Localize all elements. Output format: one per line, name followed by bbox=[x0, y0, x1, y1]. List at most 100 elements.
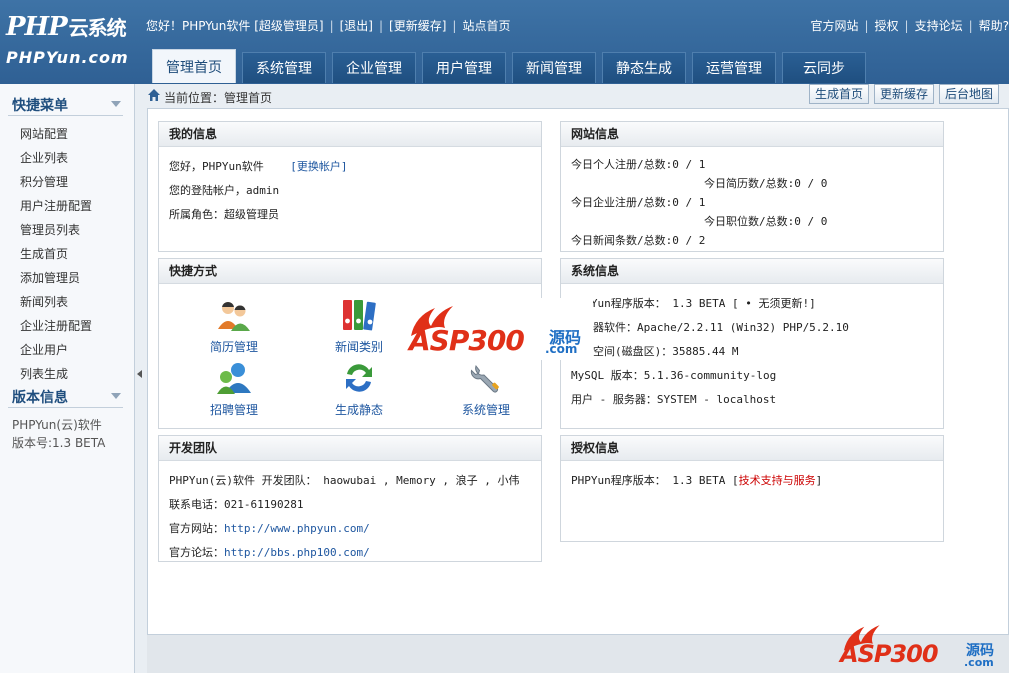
tech-support-link[interactable]: 技术支持与服务 bbox=[739, 474, 816, 487]
watermark-domain: .com bbox=[545, 342, 578, 356]
update-cache-button[interactable]: 更新缓存 bbox=[874, 84, 935, 104]
sidebar-collapse-handle[interactable] bbox=[135, 84, 147, 673]
binders-icon bbox=[343, 300, 376, 331]
sidebar-item-points[interactable]: 积分管理 bbox=[20, 170, 92, 194]
shortcut-system[interactable]: 系统管理 bbox=[446, 360, 526, 418]
top-header: PHP 云系统 PHPYun.com 您好！PHPYun软件 [超级管理员] | [退… bbox=[0, 0, 1009, 84]
stat-jobs: 今日职位数/总数:0 / 0 bbox=[704, 215, 828, 228]
team-members: PHPYun(云)软件 开发团队： haowubai , Memory , 浪子… bbox=[169, 474, 520, 487]
logo-text-cn: 云系统 bbox=[68, 16, 127, 40]
tab-admin-home[interactable]: 管理首页 bbox=[152, 49, 236, 83]
license-link[interactable]: 授权 bbox=[875, 19, 899, 33]
help-link[interactable]: 帮助? bbox=[979, 19, 1009, 33]
shortcut-resume[interactable]: 简历管理 bbox=[194, 297, 274, 355]
hello-text: 您好，PHPYun软件 bbox=[169, 160, 264, 173]
version-title: 版本信息 bbox=[12, 390, 68, 406]
sidebar-item-news-list[interactable]: 新闻列表 bbox=[20, 290, 92, 314]
contact-phone: 联系电话：021-61190281 bbox=[169, 498, 304, 511]
quick-menu-header[interactable]: 快捷菜单 bbox=[8, 92, 123, 116]
quick-menu-title: 快捷菜单 bbox=[12, 98, 68, 114]
tab-company[interactable]: 企业管理 bbox=[332, 52, 416, 83]
version-number: 版本号:1.3 BETA bbox=[12, 436, 106, 450]
forum-url-link[interactable]: http://bbs.php100.com/ bbox=[224, 546, 370, 559]
shortcut-news-category-label: 新闻类别 bbox=[334, 340, 383, 354]
external-links: 官方网站 | 授权 | 支持论坛 | 帮助? bbox=[810, 19, 1009, 33]
watermark-domain: .com bbox=[964, 656, 994, 669]
sidebar-item-admin-list[interactable]: 管理员列表 bbox=[20, 218, 92, 242]
forum-link[interactable]: 支持论坛 bbox=[915, 19, 963, 33]
chevron-down-icon[interactable] bbox=[111, 101, 121, 107]
sidebar-item-list-gen[interactable]: 列表生成 bbox=[20, 362, 92, 386]
sidebar-item-add-admin[interactable]: 添加管理员 bbox=[20, 266, 92, 290]
asp300-watermark: ASP300 源码 .com bbox=[403, 298, 593, 360]
watermark-brand: ASP300 bbox=[409, 324, 525, 357]
user-links: 您好！PHPYun软件 [超级管理员] | [退出] | [更新缓存] | 站点首页 bbox=[146, 19, 511, 33]
version-name: PHPYun(云)软件 bbox=[12, 418, 102, 432]
website-label: 官方网站： bbox=[169, 522, 224, 535]
breadcrumb: 当前位置：管理首页 生成首页 更新缓存 后台地图 bbox=[147, 84, 1009, 108]
license-version: PHPYun程序版本： 1.3 BETA [ bbox=[571, 474, 739, 487]
shortcut-gen-static[interactable]: 生成静态 bbox=[319, 360, 399, 418]
shortcut-recruit-label: 招聘管理 bbox=[209, 403, 258, 417]
dev-team-panel: 开发团队 PHPYun(云)软件 开发团队： haowubai , Memory… bbox=[158, 435, 542, 562]
version-info: PHPYun(云)软件 版本号:1.3 BETA bbox=[12, 416, 105, 452]
stat-news: 今日新闻条数/总数:0 / 2 bbox=[571, 234, 706, 247]
users-icon bbox=[218, 301, 250, 331]
watermark-brand: ASP300 bbox=[840, 640, 939, 668]
logo-domain: PHPYun.com bbox=[6, 48, 129, 67]
sidebar-item-user-reg-config[interactable]: 用户注册配置 bbox=[20, 194, 92, 218]
phpyun-logo[interactable]: PHP 云系统 PHPYun.com bbox=[6, 12, 136, 72]
stat-personal-reg: 今日个人注册/总数:0 / 1 bbox=[571, 158, 706, 171]
gen-home-button[interactable]: 生成首页 bbox=[809, 84, 870, 104]
shortcut-system-label: 系统管理 bbox=[461, 403, 510, 417]
program-version: PHPYun程序版本： 1.3 BETA [ bbox=[571, 297, 746, 310]
license-info-panel: 授权信息 PHPYun程序版本： 1.3 BETA [技术支持与服务] bbox=[560, 435, 944, 542]
login-account-text: 您的登陆帐户，admin bbox=[169, 184, 280, 197]
stat-company-reg: 今日企业注册/总数:0 / 1 bbox=[571, 196, 706, 209]
tab-system[interactable]: 系统管理 bbox=[242, 52, 326, 83]
server-software: 服务器软件：Apache/2.2.11 (Win32) PHP/5.2.10 bbox=[571, 321, 849, 334]
site-info-panel: 网站信息 今日个人注册/总数:0 / 1 今日简历数/总数:0 / 0 今日企业… bbox=[560, 121, 944, 252]
refresh-cache-link[interactable]: [更新缓存] bbox=[389, 19, 446, 33]
logout-link[interactable]: [退出] bbox=[340, 19, 373, 33]
site-home-link[interactable]: 站点首页 bbox=[462, 19, 510, 33]
sidebar-item-gen-home[interactable]: 生成首页 bbox=[20, 242, 92, 266]
logo-text-php: PHP bbox=[6, 12, 68, 42]
system-info-panel: 系统信息 PHPYun程序版本： 1.3 BETA [ • 无须更新!] 服务器… bbox=[560, 258, 944, 429]
sidebar: 快捷菜单 网站配置 企业列表 积分管理 用户注册配置 管理员列表 生成首页 添加… bbox=[0, 84, 135, 673]
site-info-title: 网站信息 bbox=[561, 122, 943, 147]
version-header[interactable]: 版本信息 bbox=[8, 384, 123, 408]
shortcut-recruit[interactable]: 招聘管理 bbox=[194, 360, 274, 418]
no-update-text: • 无须更新!] bbox=[745, 297, 816, 310]
main-content: 我的信息 您好，PHPYun软件 [更换帐户] 您的登陆帐户，admin 所属角… bbox=[147, 108, 1009, 635]
shortcut-news-category[interactable]: 新闻类别 bbox=[319, 297, 399, 355]
shortcuts-title: 快捷方式 bbox=[159, 259, 541, 284]
shortcut-gen-static-label: 生成静态 bbox=[334, 403, 383, 417]
chevron-left-icon[interactable] bbox=[137, 370, 142, 378]
main-nav: 管理首页 系统管理 企业管理 用户管理 新闻管理 静态生成 运营管理 云同步 bbox=[152, 49, 872, 84]
stat-resumes: 今日简历数/总数:0 / 0 bbox=[704, 177, 828, 190]
shortcut-resume-label: 简历管理 bbox=[209, 340, 258, 354]
tab-users[interactable]: 用户管理 bbox=[422, 52, 506, 83]
tab-news[interactable]: 新闻管理 bbox=[512, 52, 596, 83]
website-link[interactable]: http://www.phpyun.com/ bbox=[224, 522, 370, 535]
chevron-down-icon[interactable] bbox=[111, 393, 121, 399]
tab-static[interactable]: 静态生成 bbox=[602, 52, 686, 83]
sidebar-item-company-users[interactable]: 企业用户 bbox=[20, 338, 92, 362]
refresh-icon bbox=[346, 364, 372, 392]
sidebar-item-company-reg-config[interactable]: 企业注册配置 bbox=[20, 314, 92, 338]
sidebar-item-company-list[interactable]: 企业列表 bbox=[20, 146, 92, 170]
switch-account-link[interactable]: [更换帐户] bbox=[290, 160, 347, 173]
tab-cloud-sync[interactable]: 云同步 bbox=[782, 52, 866, 83]
asp300-watermark-corner: ASP300 源码 .com bbox=[836, 620, 1006, 672]
dev-team-title: 开发团队 bbox=[159, 436, 541, 461]
official-site-link[interactable]: 官方网站 bbox=[810, 19, 858, 33]
tab-operations[interactable]: 运营管理 bbox=[692, 52, 776, 83]
sitemap-button[interactable]: 后台地图 bbox=[939, 84, 1000, 104]
sidebar-item-site-config[interactable]: 网站配置 bbox=[20, 122, 92, 146]
disk-space: 可用空间(磁盘区)：35885.44 M bbox=[571, 345, 739, 358]
breadcrumb-text: 当前位置：管理首页 bbox=[164, 91, 273, 105]
quick-menu-list: 网站配置 企业列表 积分管理 用户注册配置 管理员列表 生成首页 添加管理员 新… bbox=[20, 122, 92, 386]
license-info-title: 授权信息 bbox=[561, 436, 943, 461]
mysql-version: MySQL 版本：5.1.36-community-log bbox=[571, 369, 777, 382]
